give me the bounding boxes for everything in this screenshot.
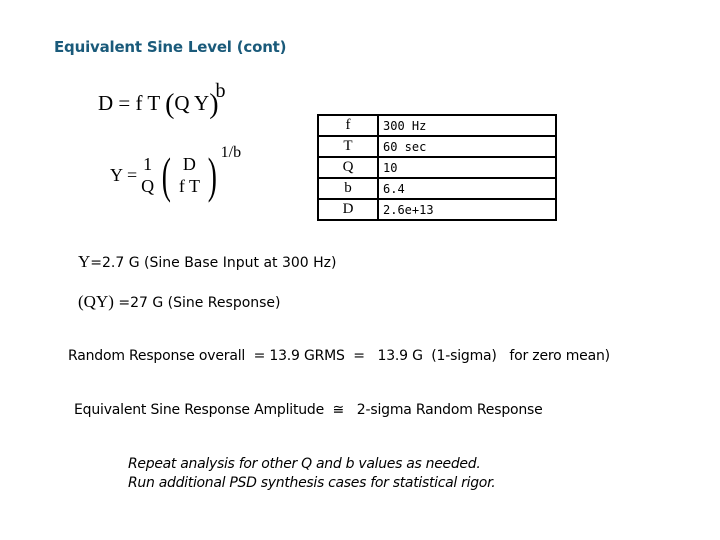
parameter-value: 60 sec	[377, 135, 557, 158]
random-response-line: Random Response overall = 13.9 GRMS = 13…	[68, 348, 610, 364]
sine-response-text: =27 G (Sine Response)	[113, 295, 281, 311]
eq1-lparen: (	[165, 89, 175, 120]
eq2-frac1: 1 Q	[141, 153, 154, 197]
base-input-text: =2.7 G (Sine Base Input at 300 Hz)	[90, 255, 337, 271]
damage-equation: D = f T (Q Y)b	[98, 80, 226, 120]
eq2-frac2: D f T	[179, 153, 200, 197]
eq2-rparen: )	[207, 147, 217, 203]
eq2-frac2-num: D	[182, 154, 196, 174]
parameter-symbol: Q	[317, 156, 379, 179]
parameter-row: f 300 Hz	[317, 114, 557, 137]
eq1-qy: Q Y	[174, 91, 210, 115]
eq2-lhs: Y	[110, 164, 123, 185]
parameter-row: T 60 sec	[317, 135, 557, 158]
sine-response-symbol: (QY)	[78, 292, 114, 311]
note-psd-synthesis: Run additional PSD synthesis cases for s…	[128, 475, 496, 491]
parameter-value: 10	[377, 156, 557, 179]
eq2-lparen: (	[161, 147, 172, 203]
eq1-equals: =	[118, 91, 131, 115]
parameter-value: 2.6e+13	[377, 198, 557, 221]
sine-response-result: (QY) =27 G (Sine Response)	[78, 292, 281, 312]
parameter-row: b 6.4	[317, 177, 557, 200]
parameter-value: 300 Hz	[377, 114, 557, 137]
equivalence-line: Equivalent Sine Response Amplitude ≅ 2-s…	[74, 402, 543, 418]
eq2-exponent: 1/b	[220, 144, 242, 161]
parameter-row: Q 10	[317, 156, 557, 179]
parameter-table: f 300 Hz T 60 sec Q 10 b 6.4 D 2.6e+13	[317, 114, 557, 221]
eq2-frac1-num: 1	[143, 154, 153, 174]
parameter-value: 6.4	[377, 177, 557, 200]
parameter-symbol: D	[317, 198, 379, 221]
amplitude-equation: Y = 1 Q ( D f T ) 1/b	[110, 144, 241, 203]
base-input-result: Y=2.7 G (Sine Base Input at 300 Hz)	[78, 252, 336, 272]
eq1-ft: f T	[135, 91, 160, 115]
note-repeat-analysis: Repeat analysis for other Q and b values…	[128, 456, 481, 472]
eq2-frac2-den: f T	[178, 176, 200, 196]
eq1-exponent: b	[215, 80, 226, 102]
parameter-symbol: b	[317, 177, 379, 200]
parameter-row: D 2.6e+13	[317, 198, 557, 221]
eq2-equals: =	[127, 164, 138, 185]
eq2-frac1-den: Q	[141, 176, 155, 196]
parameter-symbol: f	[317, 114, 379, 137]
slide-title: Equivalent Sine Level (cont)	[54, 38, 287, 56]
parameter-symbol: T	[317, 135, 379, 158]
eq1-lhs: D	[98, 91, 114, 115]
base-input-symbol: Y	[78, 252, 91, 271]
